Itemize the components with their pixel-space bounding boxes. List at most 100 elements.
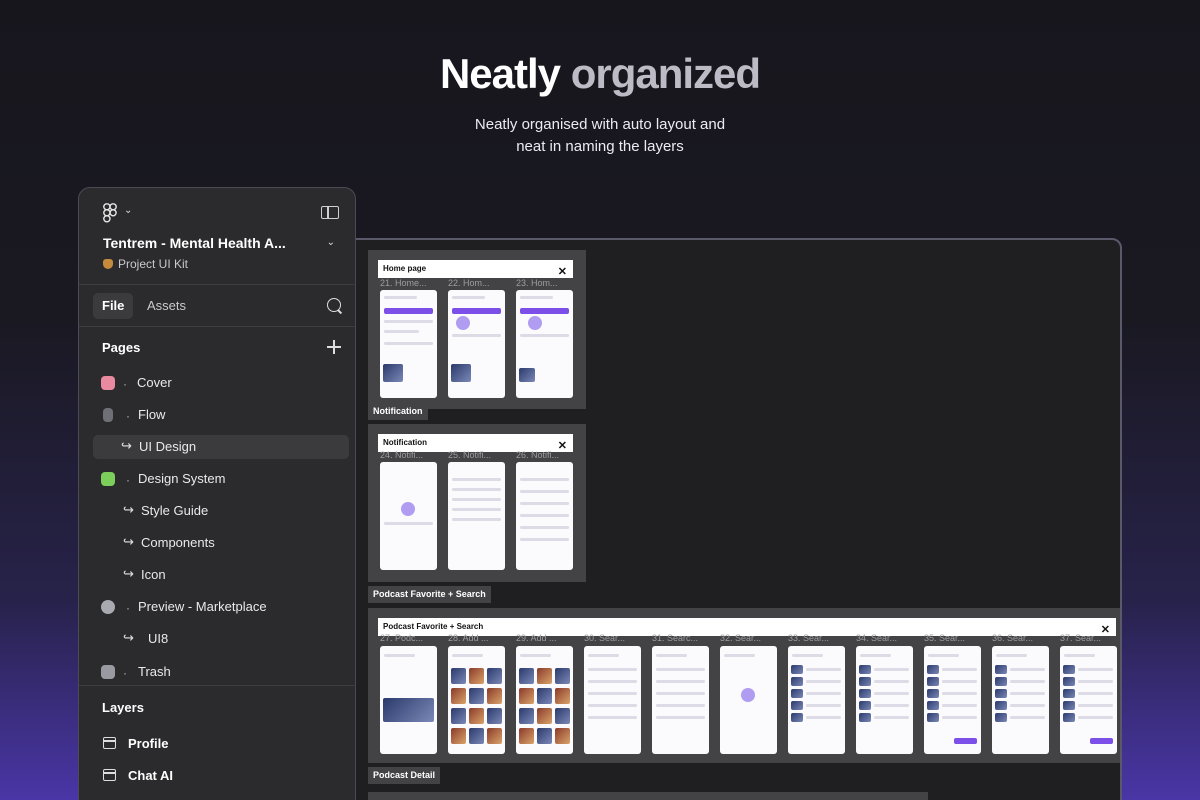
sidebar-item-components[interactable]: ↪ Components bbox=[93, 531, 349, 555]
phone-bar bbox=[806, 668, 841, 671]
phone-frame[interactable] bbox=[788, 646, 845, 754]
section-podcast-detail[interactable] bbox=[368, 792, 928, 800]
thumbnail-image bbox=[927, 665, 939, 674]
phone-frame[interactable] bbox=[516, 462, 573, 570]
phone-frame[interactable] bbox=[448, 646, 505, 754]
thumbnail-image bbox=[555, 708, 570, 724]
phone-frame[interactable] bbox=[720, 646, 777, 754]
bullet: · bbox=[123, 377, 127, 391]
section-home-page[interactable]: Home page ✕ 21. Home... 22. Hom... 23. H… bbox=[368, 250, 586, 409]
phone-bar bbox=[384, 522, 433, 525]
gear-icon bbox=[101, 600, 115, 614]
phone-button bbox=[1090, 738, 1113, 744]
phone-bar bbox=[384, 654, 415, 657]
phone-frame[interactable] bbox=[380, 646, 437, 754]
section-header-label: Podcast Favorite + Search bbox=[383, 622, 484, 631]
phone-button bbox=[520, 308, 569, 314]
phone-button bbox=[452, 308, 501, 314]
design-canvas[interactable]: Home page ✕ 21. Home... 22. Hom... 23. H… bbox=[330, 238, 1122, 800]
section-tag[interactable]: Podcast Detail bbox=[368, 767, 441, 784]
phone-bar bbox=[1078, 692, 1113, 695]
thumbnail-image bbox=[1063, 665, 1075, 674]
frame-icon bbox=[103, 737, 116, 749]
phone-bar bbox=[1078, 704, 1113, 707]
sidebar-item-label: Design System bbox=[138, 471, 226, 486]
phone-bar bbox=[520, 514, 569, 517]
phone-bar bbox=[452, 654, 483, 657]
sidebar-item-style-guide[interactable]: ↪ Style Guide bbox=[93, 499, 349, 523]
phone-frame[interactable] bbox=[516, 646, 573, 754]
thumbnail-image bbox=[1063, 689, 1075, 698]
project-subtitle: Project UI Kit bbox=[103, 257, 188, 271]
thumbnail-image bbox=[451, 688, 466, 704]
chevron-down-icon[interactable]: ⌄ bbox=[327, 237, 335, 248]
phone-bar bbox=[874, 704, 909, 707]
sidebar-item-cover[interactable]: · Cover bbox=[93, 371, 349, 395]
thumbnail-image bbox=[451, 728, 466, 744]
phone-frame[interactable] bbox=[448, 462, 505, 570]
phone-frame[interactable] bbox=[856, 646, 913, 754]
project-title[interactable]: Tentrem - Mental Health A... bbox=[103, 235, 286, 251]
bullet: · bbox=[126, 473, 130, 487]
phone-frame[interactable] bbox=[448, 290, 505, 398]
sidebar-item-preview-marketplace[interactable]: · Preview - Marketplace bbox=[93, 595, 349, 619]
phone-frame[interactable] bbox=[992, 646, 1049, 754]
phone-bar bbox=[656, 704, 705, 707]
section-tag[interactable]: Podcast Favorite + Search bbox=[368, 586, 491, 603]
search-illustration-icon bbox=[741, 688, 755, 702]
phone-frame[interactable] bbox=[1060, 646, 1117, 754]
phone-bar bbox=[384, 342, 433, 345]
divider bbox=[79, 284, 355, 285]
thumbnail-image bbox=[791, 713, 803, 722]
thumbnail-image bbox=[487, 668, 502, 684]
phone-bar bbox=[942, 680, 977, 683]
phone-bar bbox=[928, 654, 959, 657]
phone-frame[interactable] bbox=[380, 290, 437, 398]
frame-label: 31. Searc... bbox=[652, 633, 699, 643]
phone-frame[interactable] bbox=[652, 646, 709, 754]
frame-label: 35. Sear... bbox=[924, 633, 966, 643]
thumbnail-image bbox=[995, 713, 1007, 722]
sidebar-item-ui-design[interactable]: ↪ UI Design bbox=[93, 435, 349, 459]
phone-bar bbox=[452, 518, 501, 521]
thumbnail-image bbox=[1063, 701, 1075, 710]
thumbnail-image bbox=[859, 677, 871, 686]
phone-bar bbox=[942, 716, 977, 719]
phone-bar bbox=[520, 538, 569, 541]
project-subtitle-label: Project UI Kit bbox=[118, 257, 189, 271]
thumbnail-image bbox=[537, 708, 552, 724]
sidebar-item-flow[interactable]: · Flow bbox=[93, 403, 349, 427]
toggle-panel-icon[interactable] bbox=[321, 206, 339, 219]
sidebar-item-icon[interactable]: ↪ Icon bbox=[93, 563, 349, 587]
phone-frame[interactable] bbox=[584, 646, 641, 754]
phone-frame[interactable] bbox=[516, 290, 573, 398]
sidebar-item-design-system[interactable]: · Design System bbox=[93, 467, 349, 491]
section-podcast-favorite-search[interactable]: Podcast Favorite + Search ✕ 27. Podc... 2… bbox=[368, 608, 1120, 763]
phone-bar bbox=[520, 296, 553, 299]
section-tag[interactable]: Notification bbox=[368, 403, 428, 420]
figma-logo-icon[interactable] bbox=[103, 203, 117, 223]
phone-bar bbox=[520, 334, 569, 337]
chevron-down-icon[interactable]: ⌄ bbox=[124, 205, 132, 216]
tab-file[interactable]: File bbox=[93, 293, 134, 319]
phone-frame[interactable] bbox=[380, 462, 437, 570]
add-page-button[interactable] bbox=[327, 340, 341, 354]
thumbnail-image bbox=[469, 708, 484, 724]
frame-label: 36. Sear... bbox=[992, 633, 1034, 643]
frame-label: 26. Notifi... bbox=[516, 450, 560, 460]
frame-label: 22. Hom... bbox=[448, 278, 490, 288]
sidebar-item-ui8[interactable]: ↪ UI8 bbox=[93, 627, 349, 651]
phone-bar bbox=[874, 680, 909, 683]
thumbnail-image bbox=[537, 728, 552, 744]
section-notification[interactable]: Notification ✕ 24. Notifi... 25. Notifi.… bbox=[368, 424, 586, 582]
sidebar-item-label: UI Design bbox=[139, 439, 197, 454]
thumbnail-image bbox=[469, 728, 484, 744]
phone-frame[interactable] bbox=[924, 646, 981, 754]
sidebar-item-trash[interactable]: · Trash bbox=[93, 660, 349, 684]
thumbnail-image bbox=[927, 689, 939, 698]
search-icon[interactable] bbox=[327, 298, 341, 312]
hero-title: Neatly organized bbox=[0, 50, 1200, 98]
tab-assets[interactable]: Assets bbox=[138, 293, 195, 319]
phone-bar bbox=[1078, 716, 1113, 719]
phone-bar bbox=[656, 654, 687, 657]
